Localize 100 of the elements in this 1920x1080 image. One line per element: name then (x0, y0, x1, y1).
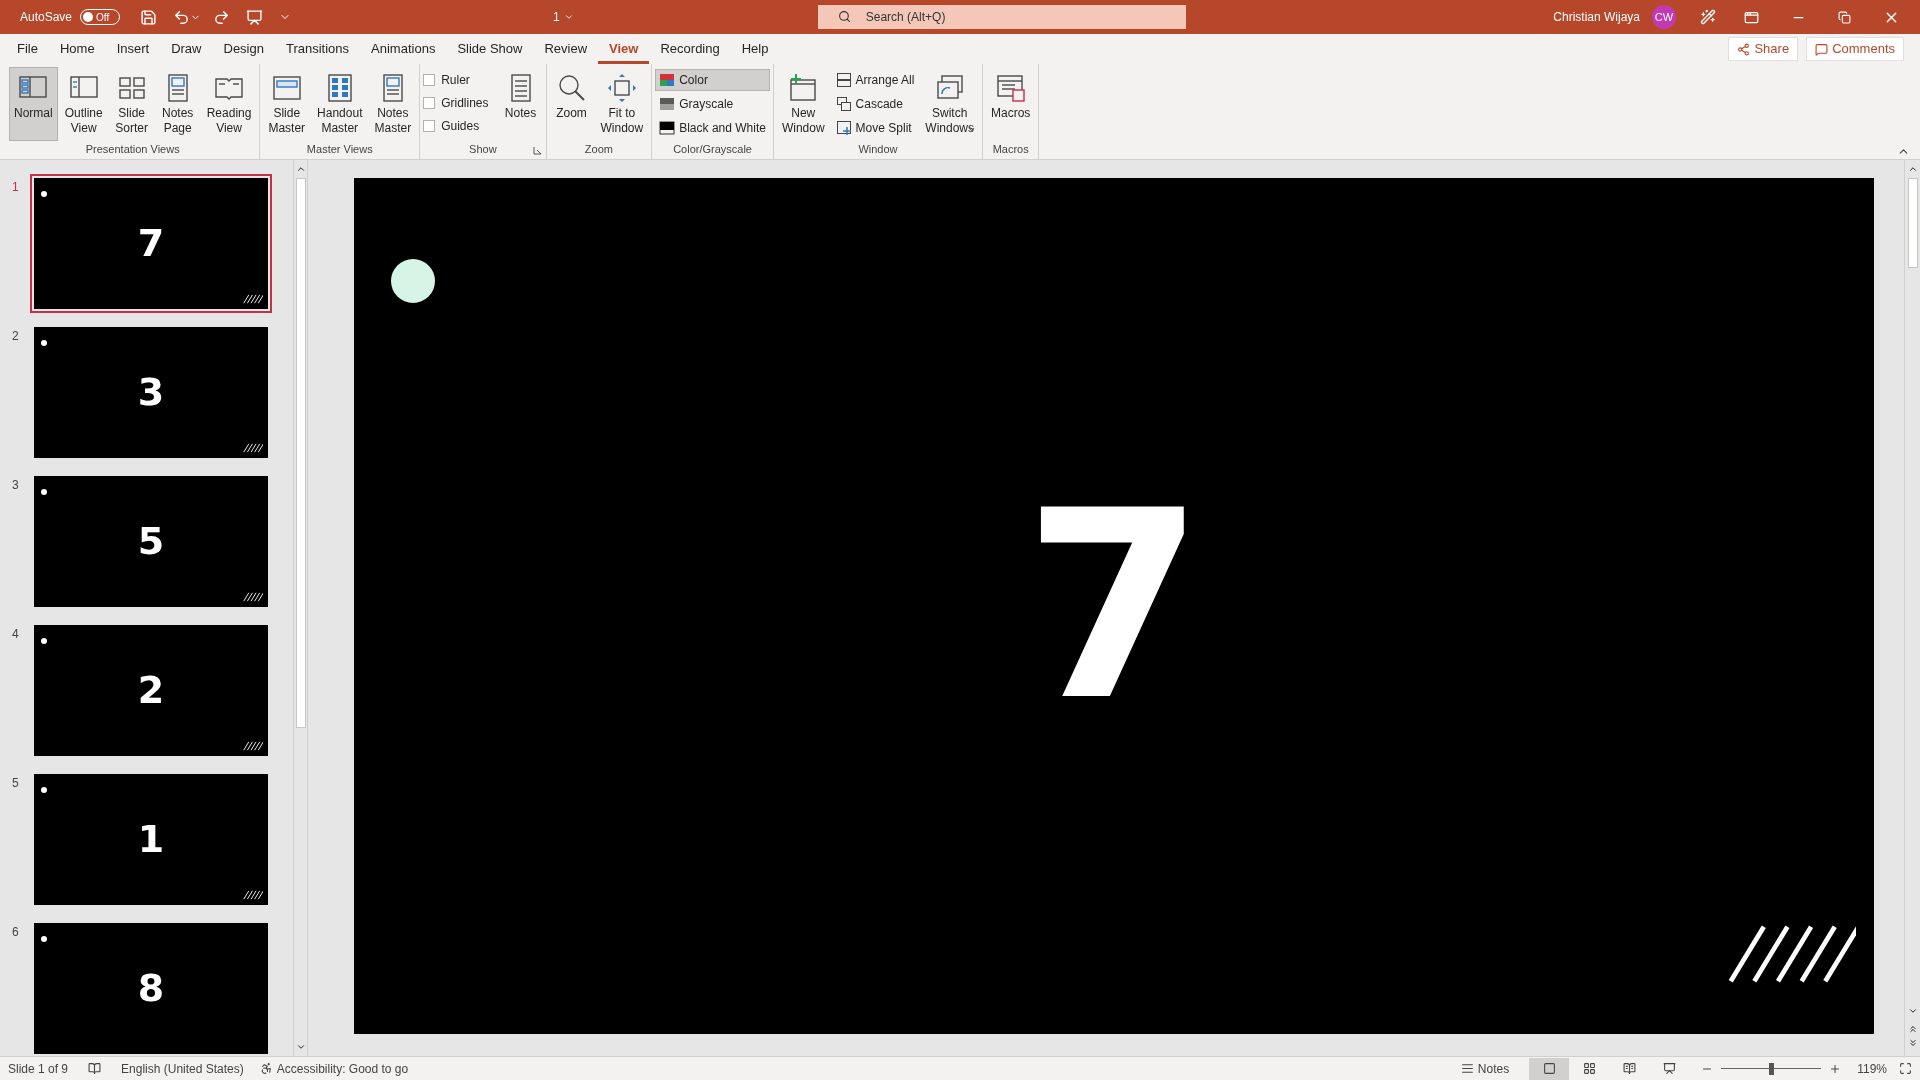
slide-number: 1 (11, 179, 20, 196)
menu-tab[interactable]: Draw (160, 34, 213, 64)
slide-canvas[interactable]: 7 (354, 178, 1874, 1034)
fit-slide-icon[interactable] (1899, 1062, 1912, 1075)
group-label: Zoom (584, 142, 613, 157)
checkbox[interactable] (423, 97, 436, 109)
slide-digit: 2 (137, 667, 165, 714)
user-name: Christian Wijaya (1553, 9, 1640, 26)
pen-icon[interactable] (1700, 9, 1716, 25)
contrast-swatch-icon (659, 120, 676, 136)
comments-button[interactable]: Comments (1806, 37, 1904, 61)
scrollbar[interactable] (293, 160, 307, 1056)
next-slide-icon[interactable] (1907, 1038, 1918, 1048)
dialog-launcher-icon[interactable] (532, 146, 542, 155)
ribbon-small-button[interactable]: Grayscale (655, 93, 770, 115)
book-icon[interactable] (88, 1062, 102, 1075)
notes-button[interactable]: Notes (1452, 1059, 1518, 1078)
book-icon (1622, 1062, 1636, 1075)
language[interactable]: English (United States) (121, 1059, 244, 1078)
checkbox-label: Ruler (441, 72, 470, 89)
ribbon-button[interactable]: Switch Windows (920, 67, 979, 141)
menu-tab[interactable]: Recording (649, 34, 731, 64)
ribbon-button[interactable]: Normal (9, 67, 58, 141)
ribbon-button[interactable]: Reading View (201, 67, 257, 141)
presentation-icon[interactable] (246, 8, 264, 26)
zoom-thumb[interactable] (1769, 1062, 1775, 1075)
ribbon-button[interactable]: Fit to Window (595, 67, 649, 141)
search-field[interactable]: Search (Alt+Q) (817, 5, 1186, 29)
accessibility-icon[interactable] (259, 1062, 273, 1075)
search-icon (837, 10, 851, 23)
menu-tab[interactable]: Help (730, 34, 780, 64)
menu-tab[interactable]: Slide Show (446, 34, 534, 64)
slide-number: 4 (11, 626, 20, 643)
scroll-thumb[interactable] (295, 178, 306, 728)
cascade-icon (835, 96, 852, 112)
group-label: Show (469, 142, 497, 157)
file-name[interactable]: 1 (553, 8, 574, 26)
scroll-up-icon[interactable] (295, 164, 306, 174)
ribbon-display-icon[interactable] (1744, 9, 1759, 25)
ribbon-button[interactable]: Macros (986, 67, 1036, 141)
menu-tab[interactable]: Insert (105, 34, 161, 64)
slashes-drawing (243, 294, 263, 304)
palette-swatch-icon (659, 72, 676, 88)
group-label: Window (858, 142, 898, 157)
ribbon-button[interactable]: Slide Master (263, 67, 311, 141)
zoom-in-icon[interactable] (1829, 1062, 1842, 1075)
checkbox[interactable] (423, 74, 436, 86)
menu-tab[interactable]: Review (533, 34, 599, 64)
ribbon-button[interactable]: New Window (776, 67, 830, 141)
checkbox-label: Guides (441, 118, 480, 135)
scrollbar[interactable] (1904, 160, 1920, 1056)
view-button[interactable] (1529, 1057, 1570, 1080)
ribbon-small-button[interactable]: Black and White (655, 117, 770, 139)
slide-number: 2 (11, 328, 20, 345)
comment-icon (1815, 42, 1829, 56)
ribbon-button[interactable]: Outline View (59, 67, 108, 141)
share-button[interactable]: Share (1728, 37, 1799, 61)
slashes-drawing (243, 890, 263, 900)
notes-icon (1460, 1062, 1474, 1075)
scroll-down-icon[interactable] (1907, 1006, 1918, 1016)
group-label: Master Views (306, 142, 373, 157)
checkbox[interactable] (423, 120, 436, 132)
undo-icon[interactable] (173, 8, 191, 26)
ribbon-button[interactable]: Notes Master (369, 67, 417, 141)
slide-digit: 7 (1023, 476, 1205, 736)
ribbon-small-button[interactable]: Cascade (831, 93, 919, 115)
scroll-thumb[interactable] (1907, 178, 1918, 268)
ribbon-button[interactable]: Slide Sorter (109, 67, 154, 141)
ribbon-button[interactable]: Notes (498, 67, 543, 141)
zoom-slider[interactable] (1721, 1062, 1822, 1075)
scroll-down-icon[interactable] (295, 1042, 306, 1052)
menu-tab[interactable]: Animations (360, 34, 447, 64)
group-label: Color/Grayscale (673, 141, 752, 157)
slide-digit: 8 (137, 965, 165, 1012)
slide-digit: 1 (137, 816, 165, 863)
menu-tab[interactable]: Home (48, 34, 106, 64)
restore-icon[interactable] (1838, 10, 1851, 24)
arrange-all-icon (835, 72, 852, 88)
ribbon-button[interactable]: Handout Master (312, 67, 368, 141)
ribbon-small-button[interactable]: Color (655, 69, 770, 91)
autosave-label: AutoSave (20, 9, 73, 26)
ribbon-button[interactable]: Zoom (549, 67, 594, 141)
menu-tab[interactable]: Transitions (274, 34, 361, 64)
menu-tab[interactable]: Design (212, 34, 275, 64)
slide-number: 6 (11, 924, 20, 941)
previous-slide-icon[interactable] (1907, 1024, 1918, 1034)
save-icon[interactable] (140, 8, 158, 26)
ribbon-small-button[interactable]: Arrange All (831, 69, 919, 91)
ribbon-button[interactable]: Notes Page (155, 67, 200, 141)
redo-icon[interactable] (213, 8, 231, 26)
group-label: Presentation Views (85, 142, 180, 157)
slashes-drawing (243, 741, 263, 751)
ribbon-small-button[interactable]: Move Split (831, 117, 919, 139)
slide-thumbnail[interactable]: 7 (30, 174, 272, 313)
user-avatar[interactable]: CW (1652, 5, 1676, 29)
menu-tab[interactable]: File (6, 34, 49, 64)
slashes-drawing (243, 443, 263, 453)
accessibility-status[interactable]: Accessibility: Good to go (276, 1059, 409, 1078)
scroll-up-icon[interactable] (1907, 164, 1918, 174)
zoom-reading[interactable]: 119% (1857, 1059, 1887, 1078)
